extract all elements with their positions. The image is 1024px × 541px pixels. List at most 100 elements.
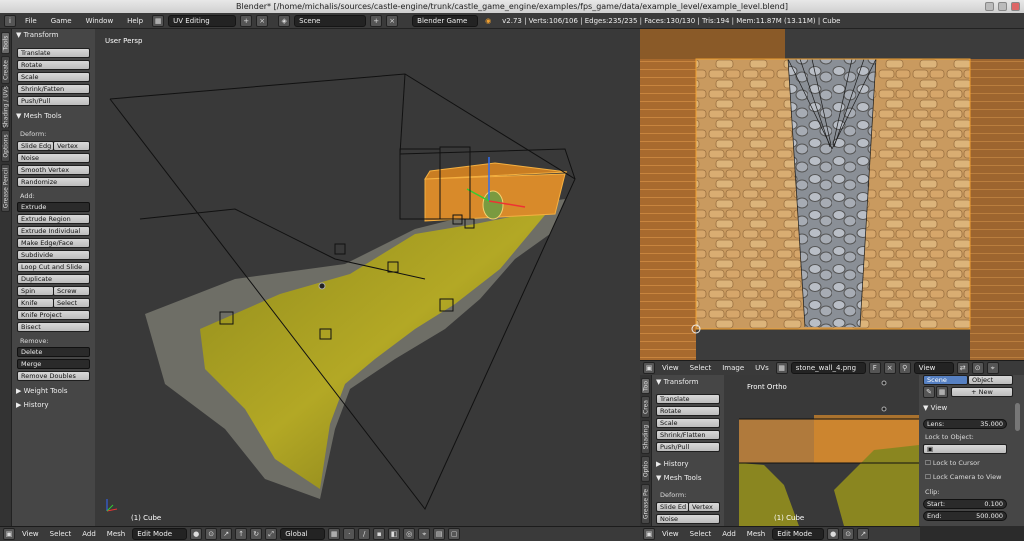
small-push-pull-button[interactable]: Push/Pull: [656, 442, 720, 452]
menu-add[interactable]: Add: [78, 530, 100, 538]
snap-icon[interactable]: ⌖: [418, 528, 431, 540]
3d-viewport[interactable]: User Persp (1) Cube: [95, 29, 640, 526]
small-menu-mesh[interactable]: Mesh: [743, 530, 769, 538]
vertex-select-icon[interactable]: ·: [343, 528, 356, 540]
tab-options[interactable]: Options: [1, 130, 10, 162]
lock-camera-checkbox[interactable]: ☐ Lock Camera to View: [925, 473, 1001, 481]
screen-layout-icon[interactable]: ▦: [152, 14, 165, 27]
edge-select-icon[interactable]: /: [358, 528, 371, 540]
small-menu-select[interactable]: Select: [686, 530, 716, 538]
small-tab-tools[interactable]: Too: [641, 378, 650, 394]
small-pivot-icon[interactable]: ⊙: [842, 528, 855, 540]
pin-icon[interactable]: ⚲: [898, 362, 911, 374]
small-slide-edge-button[interactable]: Slide Ed: [656, 502, 689, 512]
duplicate-button[interactable]: Duplicate: [17, 274, 90, 284]
uv-image-editor[interactable]: [640, 29, 1024, 360]
menu-file[interactable]: File: [20, 17, 42, 25]
info-editor-icon[interactable]: i: [4, 14, 16, 27]
push-pull-button[interactable]: Push/Pull: [17, 96, 90, 106]
uv-view-mode-dropdown[interactable]: View: [913, 362, 954, 374]
scale-manipulator-icon[interactable]: ⤢: [265, 528, 278, 540]
remove-doubles-button[interactable]: Remove Doubles: [17, 371, 90, 381]
mode-dropdown[interactable]: Edit Mode: [132, 528, 188, 540]
minimize-button[interactable]: [985, 2, 994, 11]
maximize-button[interactable]: [998, 2, 1007, 11]
menu-mesh[interactable]: Mesh: [103, 530, 129, 538]
uv-menu-uvs[interactable]: UVs: [751, 364, 773, 372]
merge-dropdown[interactable]: Merge: [17, 359, 90, 369]
menu-window[interactable]: Window: [81, 17, 119, 25]
brush-icon[interactable]: ✎: [923, 386, 935, 398]
transform-panel-header[interactable]: ▼ Transform: [16, 31, 58, 39]
translate-button[interactable]: Translate: [17, 48, 90, 58]
small-mesh-tools-header[interactable]: ▼ Mesh Tools: [656, 474, 702, 482]
uv-sync-icon[interactable]: ⇄: [956, 362, 969, 374]
lock-object-field[interactable]: ▣: [923, 444, 1007, 454]
menu-view[interactable]: View: [18, 530, 43, 538]
extrude-individual-button[interactable]: Extrude Individual: [17, 226, 90, 236]
tab-grease-pencil[interactable]: Grease Pencil: [1, 164, 10, 212]
proportional-edit-icon[interactable]: ◎: [403, 528, 416, 540]
small-history-header[interactable]: ▶ History: [656, 460, 689, 468]
uv-menu-image[interactable]: Image: [718, 364, 748, 372]
snap-target-icon[interactable]: ▤: [433, 528, 446, 540]
vertex-slide-button[interactable]: Vertex: [53, 141, 90, 151]
subdivide-button[interactable]: Subdivide: [17, 250, 90, 260]
small-menu-view[interactable]: View: [658, 530, 683, 538]
face-select-icon[interactable]: ▪: [373, 528, 386, 540]
layers-icon[interactable]: ▦: [328, 528, 341, 540]
small-translate-button[interactable]: Translate: [656, 394, 720, 404]
tab-tools[interactable]: Tools: [1, 32, 10, 54]
small-tab-options[interactable]: Optio: [641, 456, 650, 482]
bisect-button[interactable]: Bisect: [17, 322, 90, 332]
small-transform-header[interactable]: ▼ Transform: [656, 378, 698, 386]
remove-screen-icon[interactable]: ×: [256, 14, 269, 27]
translate-manipulator-icon[interactable]: ↑: [235, 528, 248, 540]
image-name-field[interactable]: stone_wall_4.png: [790, 362, 866, 374]
viewport-shading-icon[interactable]: ●: [190, 528, 203, 540]
uv-pivot-icon[interactable]: ⊙: [971, 362, 984, 374]
small-3d-viewport[interactable]: Front Ortho (1) Cube: [724, 375, 919, 526]
small-noise-button[interactable]: Noise: [656, 514, 720, 524]
new-button[interactable]: + New: [951, 387, 1013, 397]
view-panel-header[interactable]: ▼ View: [923, 404, 947, 412]
pivot-point-icon[interactable]: ⊙: [205, 528, 218, 540]
small-tab-create[interactable]: Crea: [641, 396, 650, 418]
small-editor-type-icon[interactable]: ▣: [643, 528, 655, 540]
small-tab-grease-pencil[interactable]: Grease Pe: [641, 484, 650, 524]
manipulator-icon[interactable]: ↗: [220, 528, 233, 540]
menu-help[interactable]: Help: [122, 17, 148, 25]
knife-button[interactable]: Knife: [17, 298, 54, 308]
slide-edge-button[interactable]: Slide Edg: [17, 141, 54, 151]
noise-button[interactable]: Noise: [17, 153, 90, 163]
screen-layout-dropdown[interactable]: UV Editing: [168, 14, 237, 27]
small-vertex-button[interactable]: Vertex: [688, 502, 720, 512]
small-mode-dropdown[interactable]: Edit Mode: [772, 528, 825, 540]
tab-shading-uvs[interactable]: Shading / UVs: [1, 86, 10, 128]
history-panel-header[interactable]: ▶ History: [16, 401, 49, 409]
small-rotate-button[interactable]: Rotate: [656, 406, 720, 416]
tab-create[interactable]: Create: [1, 56, 10, 84]
add-screen-icon[interactable]: +: [240, 14, 253, 27]
uv-menu-select[interactable]: Select: [686, 364, 716, 372]
loop-cut-button[interactable]: Loop Cut and Slide: [17, 262, 90, 272]
unlink-image-icon[interactable]: ×: [883, 362, 896, 374]
limit-selection-icon[interactable]: ◧: [388, 528, 401, 540]
small-shading-icon[interactable]: ●: [827, 528, 840, 540]
weight-tools-panel-header[interactable]: ▶ Weight Tools: [16, 387, 67, 395]
randomize-button[interactable]: Randomize: [17, 177, 90, 187]
scale-button[interactable]: Scale: [17, 72, 90, 82]
render-preview-icon[interactable]: ▢: [448, 528, 461, 540]
scene-icon[interactable]: ◈: [278, 14, 291, 27]
scene-tab[interactable]: Scene: [923, 375, 968, 385]
knife-select-button[interactable]: Select: [53, 298, 90, 308]
orientation-dropdown[interactable]: Global: [280, 528, 326, 540]
image-browse-icon[interactable]: ▦: [775, 362, 788, 374]
properties-scrollbar[interactable]: [1015, 403, 1020, 431]
uv-editor-type-icon[interactable]: ▣: [643, 362, 655, 374]
remove-scene-icon[interactable]: ×: [386, 14, 399, 27]
extrude-dropdown[interactable]: Extrude: [17, 202, 90, 212]
shrink-fatten-button[interactable]: Shrink/Fatten: [17, 84, 90, 94]
knife-project-button[interactable]: Knife Project: [17, 310, 90, 320]
small-shrink-button[interactable]: Shrink/Flatten: [656, 430, 720, 440]
